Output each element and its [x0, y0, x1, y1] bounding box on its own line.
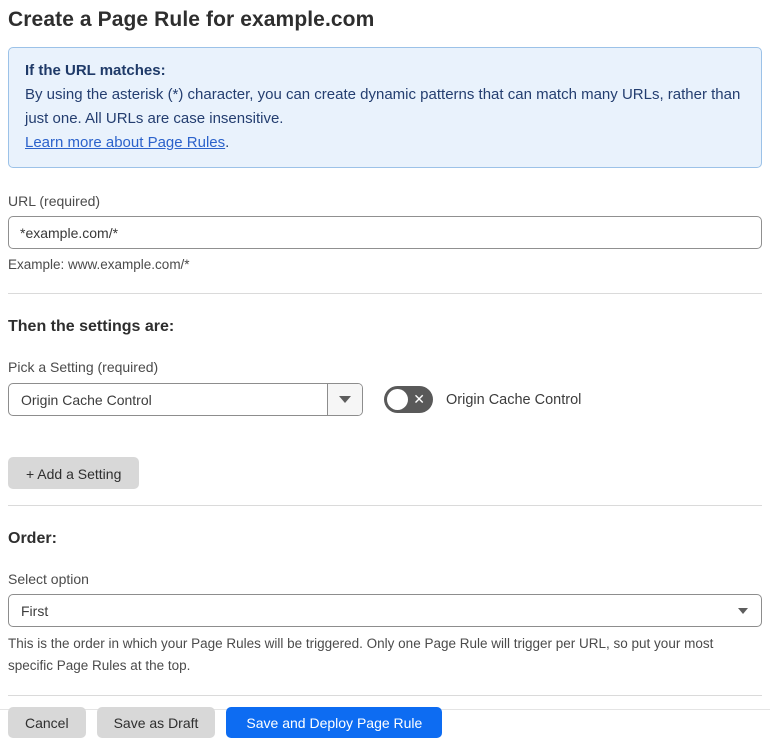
url-field-label: URL (required) [8, 193, 101, 209]
url-match-info-box: If the URL matches: By using the asteris… [8, 47, 762, 168]
setting-select-arrow-button[interactable] [327, 384, 362, 415]
chevron-down-icon [738, 608, 748, 614]
origin-cache-toggle[interactable]: ✕ [384, 386, 433, 413]
page-title: Create a Page Rule for example.com [8, 8, 375, 31]
setting-select-value: Origin Cache Control [21, 391, 152, 408]
chevron-down-icon [339, 396, 351, 403]
save-as-draft-button[interactable]: Save as Draft [96, 707, 216, 738]
toggle-label: Origin Cache Control [446, 391, 582, 408]
setting-row: Origin Cache Control ✕ Origin Cache Cont… [8, 383, 762, 416]
order-select-value: First [21, 602, 49, 619]
settings-section-heading: Then the settings are: [8, 318, 175, 335]
toggle-off-x-icon: ✕ [413, 391, 425, 407]
origin-cache-toggle-group: ✕ Origin Cache Control [384, 386, 581, 413]
order-help-text: This is the order in which your Page Rul… [8, 636, 714, 673]
order-section-heading: Order: [8, 530, 57, 547]
pick-setting-label: Pick a Setting (required) [8, 359, 159, 375]
url-example-text: Example: www.example.com/* [8, 257, 190, 272]
toggle-knob [387, 389, 408, 410]
order-select-label: Select option [8, 571, 89, 587]
setting-select[interactable]: Origin Cache Control [8, 383, 363, 416]
order-select[interactable]: First [8, 594, 762, 627]
divider-before-footer [8, 695, 762, 696]
divider-after-url [8, 293, 762, 294]
url-input[interactable] [8, 216, 762, 249]
link-suffix: . [225, 134, 230, 151]
footer-actions: Cancel Save as Draft Save and Deploy Pag… [8, 707, 762, 750]
add-setting-button[interactable]: + Add a Setting [8, 457, 140, 489]
learn-more-link[interactable]: Learn more about Page Rules [25, 134, 225, 151]
info-box-body: By using the asterisk (*) character, you… [25, 86, 741, 127]
info-box-heading: If the URL matches: [25, 62, 166, 79]
info-box-link-line: Learn more about Page Rules. [25, 131, 745, 155]
divider-after-settings [8, 505, 762, 506]
save-and-deploy-button[interactable]: Save and Deploy Page Rule [226, 707, 443, 738]
page-rule-form: Create a Page Rule for example.com If th… [0, 0, 770, 750]
cancel-button[interactable]: Cancel [8, 707, 86, 738]
